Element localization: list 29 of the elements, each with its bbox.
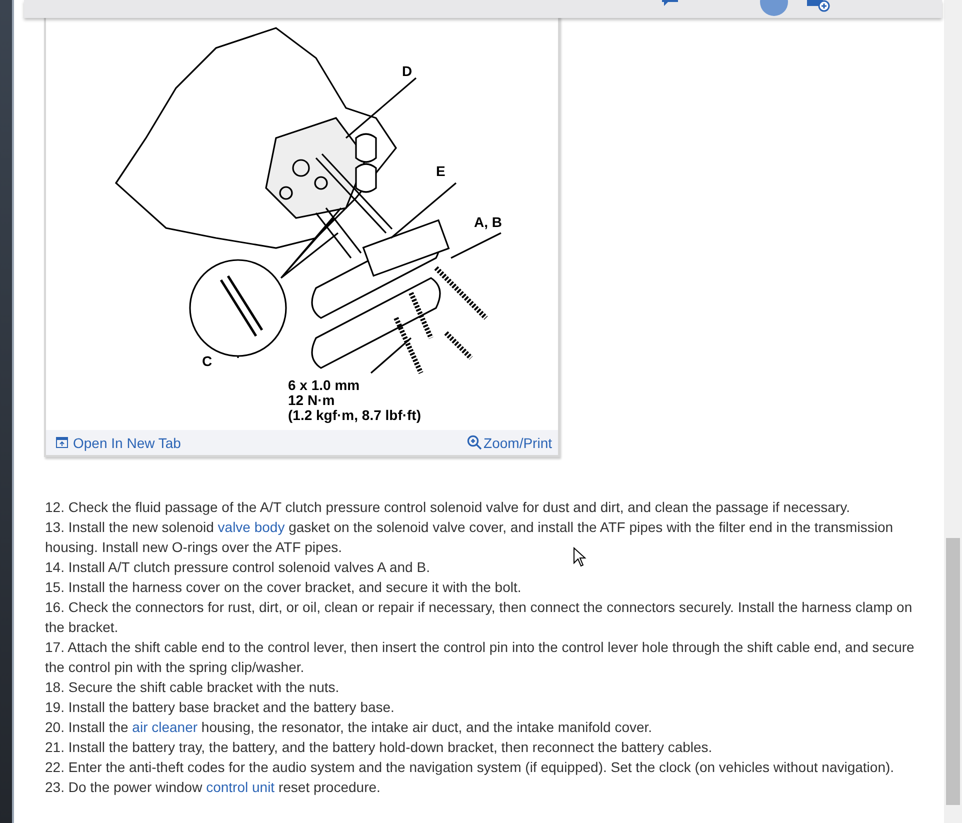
open-new-tab-link[interactable]: Open In New Tab (56, 434, 181, 450)
text-link[interactable]: control unit (206, 779, 275, 795)
zoom-print-link[interactable]: Zoom/Print (466, 434, 552, 450)
instruction-step: 16. Check the connectors for rust, dirt, or oil, clean or repair if necessary, then connect the connectors securely. Install the harness clamp on the bracket. (45, 597, 920, 637)
callout-label: 6 x 1.0 mm (288, 377, 360, 393)
mouse-cursor-icon (573, 547, 587, 567)
zoom-icon (466, 435, 482, 450)
instruction-step: 20. Install the air cleaner housing, the resonator, the intake air duct, and the intake manifold cover. (45, 717, 920, 737)
callout-label: D (402, 63, 412, 79)
instruction-step: 19. Install the battery base bracket and the battery base. (45, 697, 920, 717)
callout-label: 12 N·m (288, 392, 335, 408)
instruction-step: 12. Check the fluid passage of the A/T clutch pressure control solenoid valve for dust and dirt, and clean the passage if necessary. (45, 497, 920, 517)
instruction-step: 22. Enter the anti-theft codes for the audio system and the navigation system (if equipped). Set the clock (on vehicles without navigation). (45, 757, 920, 777)
instruction-step: 17. Attach the shift cable end to the control lever, then insert the control pin into the control lever hole through the shift cable end, and secure the control pin with the spring clip/washer. (45, 637, 920, 677)
callout-label: A, B (474, 214, 502, 230)
instruction-step: 23. Do the power window control unit reset procedure. (45, 777, 920, 797)
instruction-step: 18. Secure the shift cable bracket with the nuts. (45, 677, 920, 697)
instruction-step: 13. Install the new solenoid valve body gasket on the solenoid valve cover, and install the ATF pipes with the filter end in the transmission housing. Install new O-rings over the ATF pipes. (45, 517, 920, 557)
text-link[interactable]: air cleaner (132, 719, 198, 735)
callout-label: (1.2 kgf·m, 8.7 lbf·ft) (288, 407, 422, 423)
instruction-step: 15. Install the harness cover on the cover bracket, and secure it with the bolt. (45, 577, 920, 597)
scrollbar-thumb[interactable] (946, 538, 960, 805)
callout-label: C (202, 353, 212, 369)
instruction-step: 21. Install the battery tray, the battery, and the battery hold-down bracket, then reconnect the battery cables. (45, 737, 920, 757)
callout-label: E (436, 163, 446, 179)
text-link[interactable]: valve body (218, 519, 285, 535)
instruction-step: 14. Install A/T clutch pressure control solenoid valves A and B. (45, 557, 920, 577)
scrollbar[interactable] (944, 0, 962, 823)
new-tab-icon (56, 437, 68, 448)
